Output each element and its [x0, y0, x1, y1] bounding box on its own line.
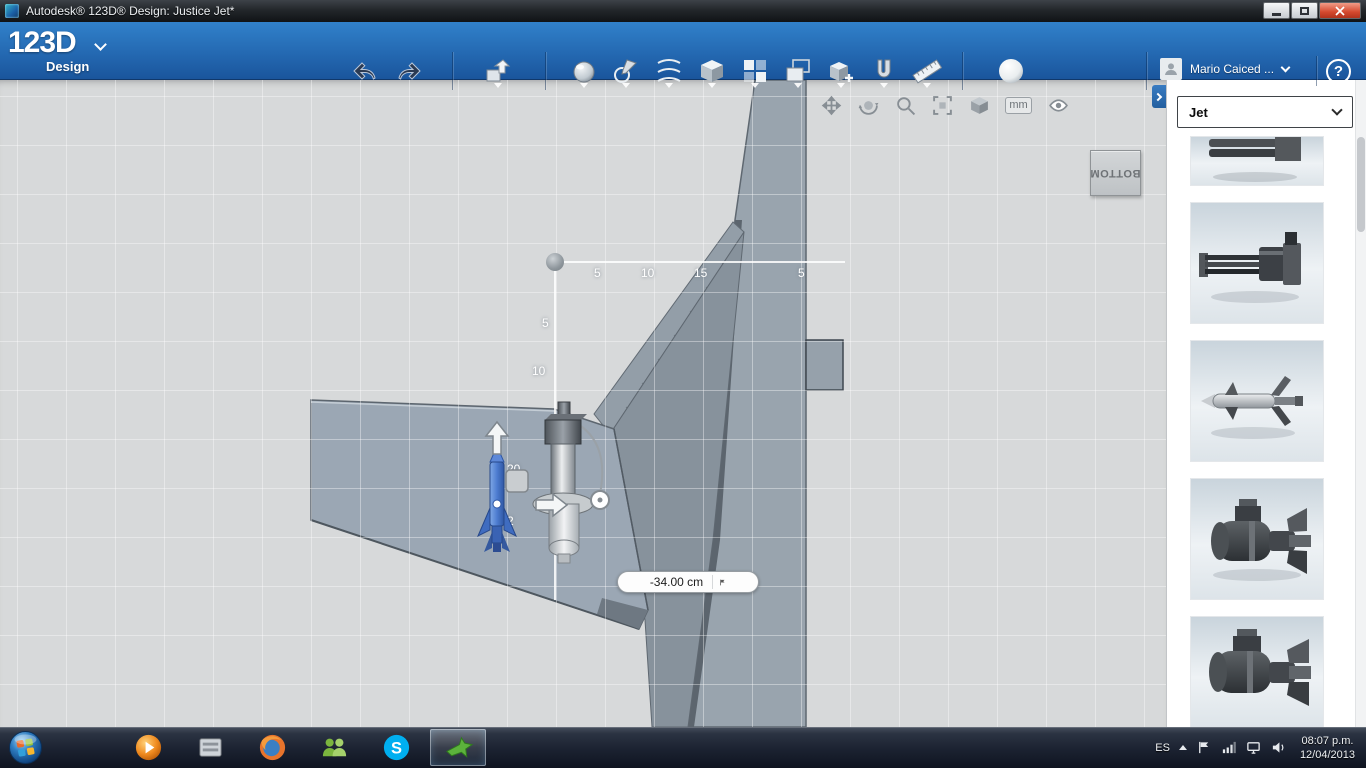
measure-tool[interactable] — [912, 56, 943, 88]
logo-text: 123D — [8, 26, 77, 59]
app-menu-logo[interactable]: 123D Design — [8, 26, 138, 76]
skype-letter: S — [391, 739, 402, 757]
taskbar-clock[interactable]: 08:07 p.m. 12/04/2013 — [1296, 734, 1359, 762]
logo-subtext: Design — [46, 59, 90, 74]
construct-tool[interactable] — [654, 56, 684, 88]
scrollbar-thumb[interactable] — [1357, 137, 1365, 232]
redo-button[interactable] — [394, 56, 424, 86]
help-button[interactable]: ? — [1326, 59, 1351, 84]
user-avatar-icon — [1160, 58, 1182, 80]
close-button[interactable] — [1319, 2, 1361, 19]
panel-scrollbar[interactable] — [1355, 80, 1366, 727]
view-cube-label: BOTTOM — [1090, 167, 1141, 179]
part-thumbnail-gatling-gun[interactable] — [1191, 203, 1323, 323]
zoom-icon[interactable] — [894, 94, 916, 116]
plane-move-handle[interactable] — [505, 469, 529, 493]
part-thumbnail-bomb[interactable] — [1191, 479, 1323, 599]
view-navigation-bar: mm — [820, 94, 1069, 116]
undo-button[interactable] — [350, 56, 380, 86]
parts-panel: Jet — [1166, 80, 1366, 727]
view-cube-icon[interactable] — [968, 94, 990, 116]
units-selector[interactable]: mm — [1005, 96, 1032, 114]
pan-icon[interactable] — [820, 94, 842, 116]
network-status-icon[interactable] — [1221, 740, 1237, 756]
show-hidden-icons-button[interactable] — [1178, 745, 1187, 750]
restore-button[interactable] — [1291, 2, 1318, 19]
app-icon — [5, 4, 19, 18]
minimize-button[interactable] — [1263, 2, 1290, 19]
orbit-icon[interactable] — [857, 94, 879, 116]
chevron-down-icon — [94, 38, 107, 51]
chevron-down-icon — [1280, 62, 1291, 73]
modify-tool[interactable] — [697, 56, 727, 88]
start-button[interactable] — [7, 729, 44, 766]
transform-tool[interactable] — [483, 56, 513, 88]
visibility-eye-icon[interactable] — [1047, 94, 1069, 116]
volume-icon[interactable] — [1271, 740, 1287, 756]
combine-tool[interactable] — [826, 56, 856, 88]
taskbar-button-skype[interactable]: S — [368, 729, 424, 766]
pylon-part[interactable] — [532, 401, 594, 564]
material-tool[interactable] — [996, 56, 1026, 86]
action-center-flag-icon[interactable] — [1196, 740, 1212, 756]
kit-dropdown-value: Jet — [1189, 104, 1208, 120]
dimension-value: -34.00 cm — [649, 575, 704, 589]
part-thumbnail-missile[interactable] — [1191, 341, 1323, 461]
part-thumbnail-gun-partial[interactable] — [1191, 137, 1323, 185]
dimension-settings-icon[interactable] — [712, 575, 726, 589]
view-cube-bottom-face[interactable]: BOTTOM — [1090, 150, 1141, 196]
taskbar-button-library[interactable] — [182, 729, 238, 766]
display-icon[interactable] — [1246, 740, 1262, 756]
move-up-arrow[interactable] — [484, 420, 510, 455]
help-label: ? — [1333, 63, 1344, 80]
taskbar: S ES 08:07 p.m. 12/04/2013 — [0, 727, 1366, 768]
taskbar-button-messenger[interactable] — [306, 729, 362, 766]
clock-date: 12/04/2013 — [1299, 748, 1355, 761]
taskbar-button-firefox[interactable] — [244, 729, 300, 766]
language-indicator[interactable]: ES — [1155, 742, 1170, 754]
user-name: Mario Caiced ... — [1190, 62, 1275, 76]
ribbon-toolbar: 123D Design Mario Caiced ... ? — [0, 22, 1366, 90]
move-manipulator[interactable] — [0, 80, 1166, 727]
taskbar-button-media-player[interactable] — [120, 729, 176, 766]
taskbar-button-123d-design[interactable] — [430, 729, 486, 766]
taskbar-button-explorer[interactable] — [58, 729, 114, 766]
part-thumbnail-bomb-2[interactable] — [1191, 617, 1323, 727]
grouping-tool[interactable] — [783, 56, 813, 88]
primitives-tool[interactable] — [569, 56, 599, 88]
viewport[interactable]: 5 10 15 5 5 10 20 2 mm BOTTOM -34.00 cm — [0, 80, 1166, 727]
fit-view-icon[interactable] — [931, 94, 953, 116]
snap-tool[interactable] — [869, 56, 899, 88]
selected-missile[interactable] — [477, 444, 517, 552]
window-title: Autodesk® 123D® Design: Justice Jet* — [26, 4, 235, 18]
sketch-tool[interactable] — [611, 56, 641, 88]
panel-collapse-button[interactable] — [1152, 85, 1166, 108]
kit-dropdown[interactable]: Jet — [1177, 96, 1353, 128]
pattern-tool[interactable] — [740, 56, 770, 88]
clock-time: 08:07 p.m. — [1301, 734, 1354, 747]
titlebar: Autodesk® 123D® Design: Justice Jet* — [0, 0, 1366, 22]
rotate-handle[interactable] — [590, 490, 610, 510]
dimension-input[interactable]: -34.00 cm — [617, 571, 759, 593]
app-window: Autodesk® 123D® Design: Justice Jet* 123… — [0, 0, 1366, 768]
user-account-menu[interactable]: Mario Caiced ... — [1160, 58, 1291, 80]
chevron-down-icon — [1331, 104, 1343, 116]
